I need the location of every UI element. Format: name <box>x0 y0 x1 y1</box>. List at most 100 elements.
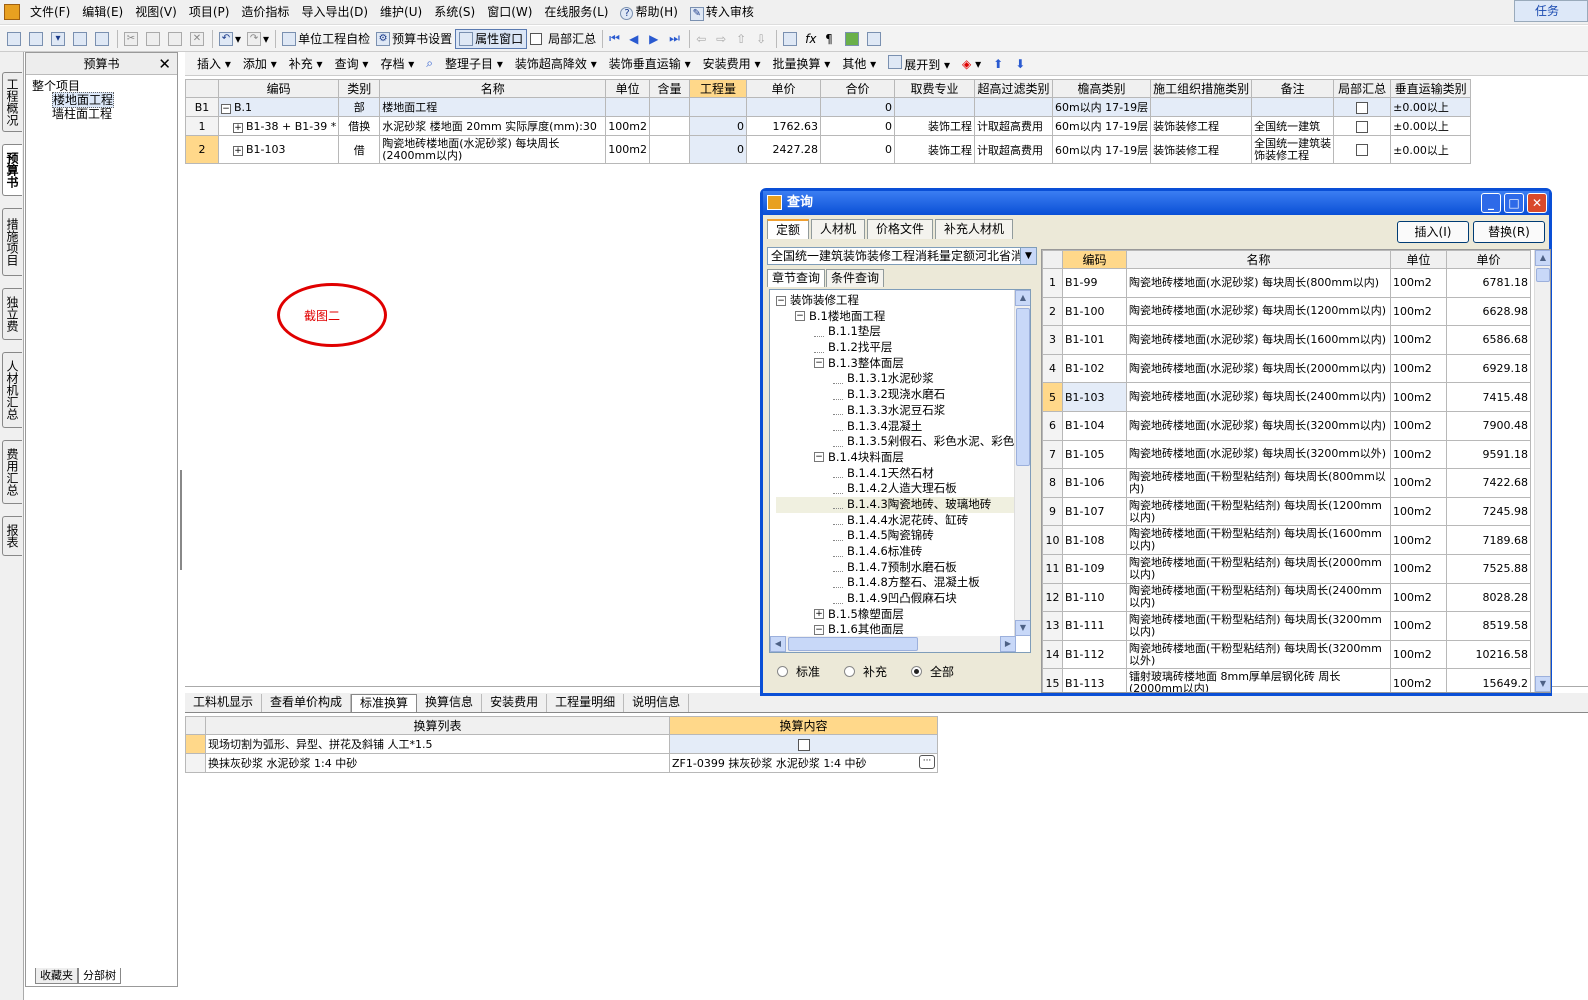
collapse-icon[interactable]: − <box>814 452 824 463</box>
tab-description[interactable]: 说明信息 <box>624 694 690 712</box>
table-row[interactable]: 6 B1-104 陶瓷地砖楼地面(水泥砂浆) 每块周长(3200mm以内) 100m2… <box>1042 410 1531 441</box>
row-price[interactable]: 6929.18 <box>1446 353 1531 384</box>
decoration-height-dropdown[interactable]: 装饰超高降效 ▾ <box>509 55 603 72</box>
archive-dropdown[interactable]: 存档 ▾ <box>374 55 420 72</box>
collapse-icon[interactable]: − <box>795 311 805 322</box>
table-row[interactable]: 7 B1-105 陶瓷地砖楼地面(水泥砂浆) 每块周长(3200mm以外) 100m2… <box>1042 439 1531 470</box>
table-row[interactable]: 8 B1-106 陶瓷地砖楼地面(干粉型粘结剂) 每块周长(800mm以内) 100m… <box>1042 468 1531 498</box>
row-price[interactable]: 2427.28 <box>745 135 821 164</box>
side-tab-materials-summary[interactable]: 人材机汇总 <box>2 352 22 428</box>
menu-transfer-audit[interactable]: ✎ 转入审核 <box>684 1 760 23</box>
table-row[interactable]: 2 + B1-103 借 陶瓷地砖楼地面(水泥砂浆) 每块周长(2400mm以内)… <box>185 135 1472 164</box>
row-price[interactable]: 7900.48 <box>1446 410 1531 441</box>
row-type[interactable]: 借 <box>338 135 381 164</box>
vertical-transport-dropdown[interactable]: 装饰垂直运输 ▾ <box>603 55 697 72</box>
menu-view[interactable]: 视图(V) <box>129 1 183 23</box>
row-price[interactable]: 6781.18 <box>1446 268 1531 298</box>
scroll-right-icon[interactable]: ▶ <box>1000 636 1016 652</box>
header-code[interactable]: 编码 <box>217 79 340 98</box>
row-name[interactable]: 陶瓷地砖楼地面(水泥砂浆) 每块周长(1600mm以内) <box>1126 325 1391 355</box>
tree-node[interactable]: B.1.4.4水泥花砖、缸砖 <box>776 513 1014 529</box>
header-content[interactable]: 含量 <box>648 79 690 98</box>
maximize-button[interactable]: □ <box>1504 193 1524 213</box>
row-price[interactable]: 15649.2 <box>1446 668 1531 692</box>
row-unit[interactable]: 100m2 <box>1390 382 1447 412</box>
table-row[interactable]: 2 B1-100 陶瓷地砖楼地面(水泥砂浆) 每块周长(1200mm以内) 100m2… <box>1042 296 1531 327</box>
row-price[interactable]: 9591.18 <box>1446 439 1531 470</box>
row-name[interactable]: 陶瓷地砖楼地面(干粉型粘结剂) 每块周长(1600mm以内) <box>1126 525 1391 555</box>
header-vertical-transport[interactable]: 垂直运输类别 <box>1390 79 1472 98</box>
close-icon[interactable]: ✕ <box>158 53 171 75</box>
table-row[interactable]: 9 B1-107 陶瓷地砖楼地面(干粉型粘结剂) 每块周长(1200mm以内) 100… <box>1042 496 1531 527</box>
side-tab-budget[interactable]: 预算书 <box>2 144 22 196</box>
task-button[interactable]: 任务 <box>1514 0 1588 22</box>
tree-node[interactable]: B.1.3.5剁假石、彩色水泥、彩色 <box>776 434 1014 450</box>
header-code[interactable]: 编码 <box>1062 250 1127 269</box>
row-code[interactable]: B1-100 <box>1062 296 1127 327</box>
scroll-thumb[interactable] <box>788 637 918 651</box>
row-fee[interactable]: 装饰工程 <box>893 116 975 136</box>
row-code[interactable]: B1-101 <box>1062 325 1127 355</box>
row-price[interactable]: 7422.68 <box>1446 468 1531 498</box>
row-name[interactable]: 陶瓷地砖楼地面(干粉型粘结剂) 每块周长(3200mm以内) <box>1126 611 1391 641</box>
table-row[interactable]: 换抹灰砂浆 水泥砂浆 1:4 中砂 ZF1-0399 抹灰砂浆 水泥砂浆 1:4… <box>185 753 938 773</box>
move-down-button[interactable]: ⇩ <box>753 29 773 49</box>
row-price[interactable]: 7189.68 <box>1446 525 1531 555</box>
tab-conversion-info[interactable]: 换算信息 <box>417 694 483 712</box>
row-price[interactable]: 1762.63 <box>745 116 821 136</box>
collapse-icon[interactable]: − <box>221 103 231 114</box>
calculator-button[interactable] <box>780 29 802 49</box>
header-local-summary[interactable]: 局部汇总 <box>1333 79 1392 98</box>
supplement-dropdown[interactable]: 补充 ▾ <box>283 55 329 72</box>
tree-node[interactable]: B.1.4.8方整石、混凝土板 <box>776 575 1014 591</box>
row-name[interactable]: 陶瓷地砖楼地面(干粉型粘结剂) 每块周长(800mm以内) <box>1126 468 1391 498</box>
header-price[interactable]: 单价 <box>1446 250 1531 269</box>
row-code[interactable]: B1-102 <box>1062 353 1127 384</box>
row-unit[interactable]: 100m2 <box>1390 611 1447 641</box>
row-price[interactable]: 8028.28 <box>1446 582 1531 613</box>
move-right-button[interactable]: ⇨ <box>713 29 733 49</box>
tab-price-file[interactable]: 价格文件 <box>867 219 934 239</box>
tree-node[interactable]: − B.1.4块料面层 <box>776 450 1014 466</box>
tab-favorites[interactable]: 收藏夹 <box>35 968 78 984</box>
tree-node[interactable]: B.1.4.7预制水磨石板 <box>776 560 1014 576</box>
scroll-down-icon[interactable]: ▼ <box>1015 620 1030 636</box>
row-unit[interactable]: 100m2 <box>1390 468 1447 498</box>
row-eave[interactable]: 60m以内 17-19层 <box>1051 116 1152 136</box>
row-name[interactable]: 陶瓷地砖楼地面(水泥砂浆) 每块周长(2000mm以内) <box>1126 353 1391 384</box>
header-quantity[interactable]: 工程量 <box>688 79 747 98</box>
row-eave[interactable]: 60m以内 17-19层 <box>1051 135 1152 164</box>
row-name[interactable]: 陶瓷地砖楼地面(水泥砂浆) 每块周长(3200mm以外) <box>1126 439 1391 470</box>
row-remark[interactable]: 全国统一建筑 <box>1251 116 1335 136</box>
table-row[interactable]: 1 B1-99 陶瓷地砖楼地面(水泥砂浆) 每块周长(800mm以内) 100m2 67… <box>1042 268 1531 298</box>
row-code[interactable]: B1-111 <box>1062 611 1127 641</box>
prev-record-button[interactable]: ◀ <box>626 29 646 49</box>
row-unit[interactable]: 100m2 <box>605 135 650 164</box>
organize-dropdown[interactable]: 整理子目 ▾ <box>439 55 509 72</box>
row-name[interactable]: 楼地面工程 <box>379 97 607 117</box>
expand-icon[interactable]: + <box>814 609 824 620</box>
cut-button[interactable]: ✂ <box>121 29 143 49</box>
row-fee[interactable] <box>893 97 975 117</box>
next-record-button[interactable]: ▶ <box>646 29 666 49</box>
row-price[interactable]: 6628.98 <box>1446 296 1531 327</box>
tree-item-whole-project[interactable]: 整个项目 <box>32 79 177 93</box>
expand-icon[interactable]: + <box>233 146 243 156</box>
unit-check-button[interactable]: 单位工程自检 <box>279 29 373 49</box>
tree-node[interactable]: B.1.4.5陶瓷锦砖 <box>776 528 1014 544</box>
row-unit[interactable]: 100m2 <box>1390 525 1447 555</box>
row-code[interactable]: B1-108 <box>1062 525 1127 555</box>
row-code[interactable]: B1-113 <box>1062 668 1127 692</box>
expand-to-dropdown[interactable]: 展开到 ▾ <box>882 54 956 73</box>
row-price[interactable]: 8519.58 <box>1446 611 1531 641</box>
ellipsis-button[interactable]: ··· <box>919 755 935 769</box>
row-code[interactable]: + B1-103 <box>217 135 340 164</box>
row-code[interactable]: B1-99 <box>1062 268 1127 298</box>
open-button[interactable]: ▾ <box>48 29 70 49</box>
row-remark[interactable] <box>1251 97 1335 117</box>
tree-node[interactable]: − B.1.3整体面层 <box>776 356 1014 372</box>
header-unit[interactable]: 单位 <box>1390 250 1447 269</box>
undo-button[interactable]: ↶ ▾ <box>216 29 244 49</box>
row-code[interactable]: B1-112 <box>1062 639 1127 670</box>
new-template-button[interactable] <box>26 29 48 49</box>
